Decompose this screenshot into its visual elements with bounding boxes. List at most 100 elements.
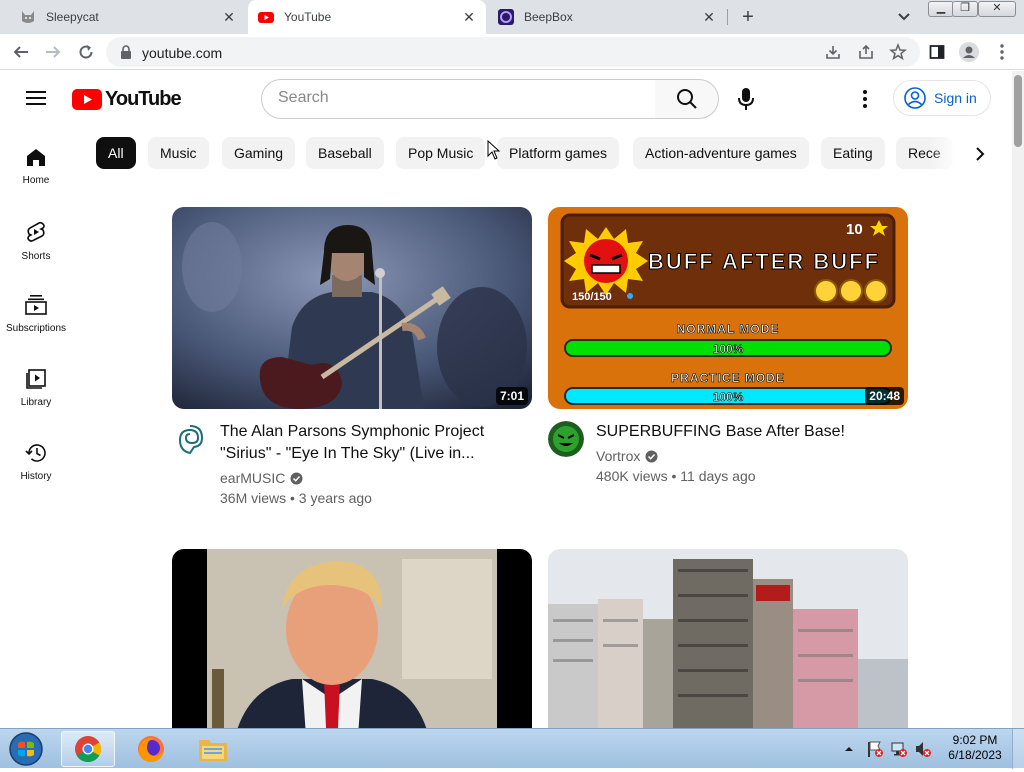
guide-item-subscriptions[interactable]: Subscriptions [0, 275, 72, 349]
chip-next-button[interactable] [966, 140, 994, 168]
share-button[interactable] [856, 42, 876, 62]
search-icon [676, 89, 697, 109]
taskbar-app-chrome[interactable] [61, 731, 115, 767]
close-tab-icon[interactable]: ✕ [222, 10, 236, 24]
chip-baseball[interactable]: Baseball [306, 137, 384, 169]
reload-button[interactable] [76, 42, 96, 62]
search-box[interactable] [261, 79, 656, 119]
account-circle-icon [904, 87, 926, 109]
show-desktop-button[interactable] [1012, 729, 1024, 769]
youtube-icon [258, 12, 274, 23]
arrow-right-icon [46, 46, 61, 58]
thumb-count: 150/150 [572, 291, 612, 303]
tab-label: BeepBox [524, 10, 573, 24]
chip-platform-games[interactable]: Platform games [497, 137, 620, 169]
video-card[interactable]: 7:01 The Alan Parsons Symphonic Project … [172, 207, 532, 507]
tab-youtube[interactable]: YouTube ✕ [248, 0, 486, 34]
history-icon [25, 444, 46, 462]
channel-avatar[interactable] [548, 421, 584, 457]
system-tray [844, 735, 932, 763]
install-app-button[interactable] [823, 42, 843, 62]
close-window-button[interactable]: ✕ [978, 1, 1016, 17]
side-panel-button[interactable] [927, 42, 947, 62]
tab-label: YouTube [284, 10, 332, 24]
video-thumbnail[interactable]: 10 BUFF AFTER BUFF 150/150 NORMAL MODE 1… [548, 207, 908, 409]
back-button[interactable] [11, 42, 31, 62]
video-card[interactable] [548, 549, 908, 728]
chevron-down-icon[interactable] [895, 9, 913, 25]
chip-all[interactable]: All [96, 137, 136, 169]
guide-item-shorts[interactable]: Shorts [0, 201, 72, 275]
video-title[interactable]: SUPERBUFFING Base After Base! [596, 421, 896, 443]
scrollbar-thumb[interactable] [1014, 75, 1022, 147]
page-scrollbar[interactable] [1012, 71, 1024, 728]
lock-icon[interactable] [120, 45, 132, 59]
video-thumbnail[interactable]: 7:01 [172, 207, 532, 409]
voice-search-button[interactable] [732, 81, 760, 117]
taskbar-app-firefox[interactable] [124, 731, 178, 767]
video-duration: 7:01 [495, 387, 528, 405]
beepbox-icon [498, 9, 514, 25]
address-bar[interactable]: youtube.com [106, 37, 920, 67]
show-hidden-icons-icon[interactable] [844, 744, 854, 754]
verified-check-icon [290, 472, 303, 484]
video-title[interactable]: The Alan Parsons Symphonic Project "Siri… [220, 421, 520, 465]
start-button[interactable] [6, 731, 46, 767]
guide-label: Shorts [21, 251, 51, 262]
maximize-button[interactable]: ❐ [952, 1, 978, 17]
chip-music[interactable]: Music [148, 137, 209, 169]
tab-separator [727, 9, 728, 25]
video-thumbnail[interactable] [548, 549, 908, 728]
firefox-icon [138, 736, 164, 762]
new-tab-button[interactable]: + [738, 7, 758, 27]
guide-label: Home [22, 175, 50, 186]
guide-item-history[interactable]: History [0, 423, 72, 497]
volume-muted-icon[interactable] [914, 740, 932, 758]
city-buildings-thumbnail-image [548, 549, 908, 728]
tab-beepbox[interactable]: BeepBox ✕ [488, 0, 726, 34]
profile-button[interactable] [959, 42, 979, 62]
file-explorer-icon [199, 740, 227, 761]
channel-name-row[interactable]: Vortrox [596, 448, 658, 464]
settings-menu-button[interactable] [856, 87, 874, 111]
channel-name-row[interactable]: earMUSIC [220, 470, 303, 486]
concert-thumbnail-image [172, 207, 532, 409]
channel-avatar[interactable] [172, 421, 208, 457]
forward-button[interactable] [43, 42, 63, 62]
chip-gaming[interactable]: Gaming [222, 137, 296, 169]
chip-pop-music[interactable]: Pop Music [396, 137, 486, 169]
guide-label: Library [20, 397, 52, 408]
search-input[interactable] [278, 89, 638, 107]
minimize-button[interactable]: ▁ [928, 1, 954, 17]
close-tab-icon[interactable]: ✕ [702, 10, 716, 24]
interview-thumbnail-image [172, 549, 532, 728]
action-center-flag-icon[interactable] [866, 740, 884, 758]
thumb-normal-pct: 100% [713, 342, 744, 356]
guide-item-library[interactable]: Library [0, 349, 72, 423]
channel-name[interactable]: earMUSIC [220, 470, 285, 486]
earmusic-logo-icon [172, 421, 208, 457]
video-card[interactable]: 10 BUFF AFTER BUFF 150/150 NORMAL MODE 1… [548, 207, 908, 507]
bookmark-button[interactable] [888, 42, 908, 62]
hamburger-menu-icon[interactable] [26, 90, 46, 106]
browser-menu-button[interactable] [992, 42, 1012, 62]
guide-item-home[interactable]: Home [0, 127, 72, 201]
chip-eating[interactable]: Eating [821, 137, 885, 169]
taskbar-app-file-explorer[interactable] [186, 731, 240, 767]
tab-sleepycat[interactable]: Sleepycat ✕ [10, 0, 246, 34]
channel-name[interactable]: Vortrox [596, 448, 640, 464]
search-button[interactable] [655, 79, 719, 119]
browser-tab-strip: Sleepycat ✕ YouTube ✕ BeepBox ✕ + ▁ ❐ ✕ [0, 0, 1024, 34]
sign-in-label: Sign in [934, 90, 977, 106]
chip-action-adventure-games[interactable]: Action-adventure games [633, 137, 809, 169]
profile-icon [959, 42, 979, 62]
video-thumbnail[interactable] [172, 549, 532, 728]
close-tab-icon[interactable]: ✕ [462, 10, 476, 24]
browser-toolbar: youtube.com [0, 34, 1024, 70]
windows-taskbar: 9:02 PM 6/18/2023 [0, 728, 1024, 769]
sign-in-button[interactable]: Sign in [893, 80, 991, 116]
video-card[interactable] [172, 549, 532, 728]
youtube-logo[interactable]: YouTube [72, 88, 182, 111]
taskbar-clock[interactable]: 9:02 PM 6/18/2023 [944, 733, 1006, 763]
network-icon[interactable] [890, 740, 908, 758]
